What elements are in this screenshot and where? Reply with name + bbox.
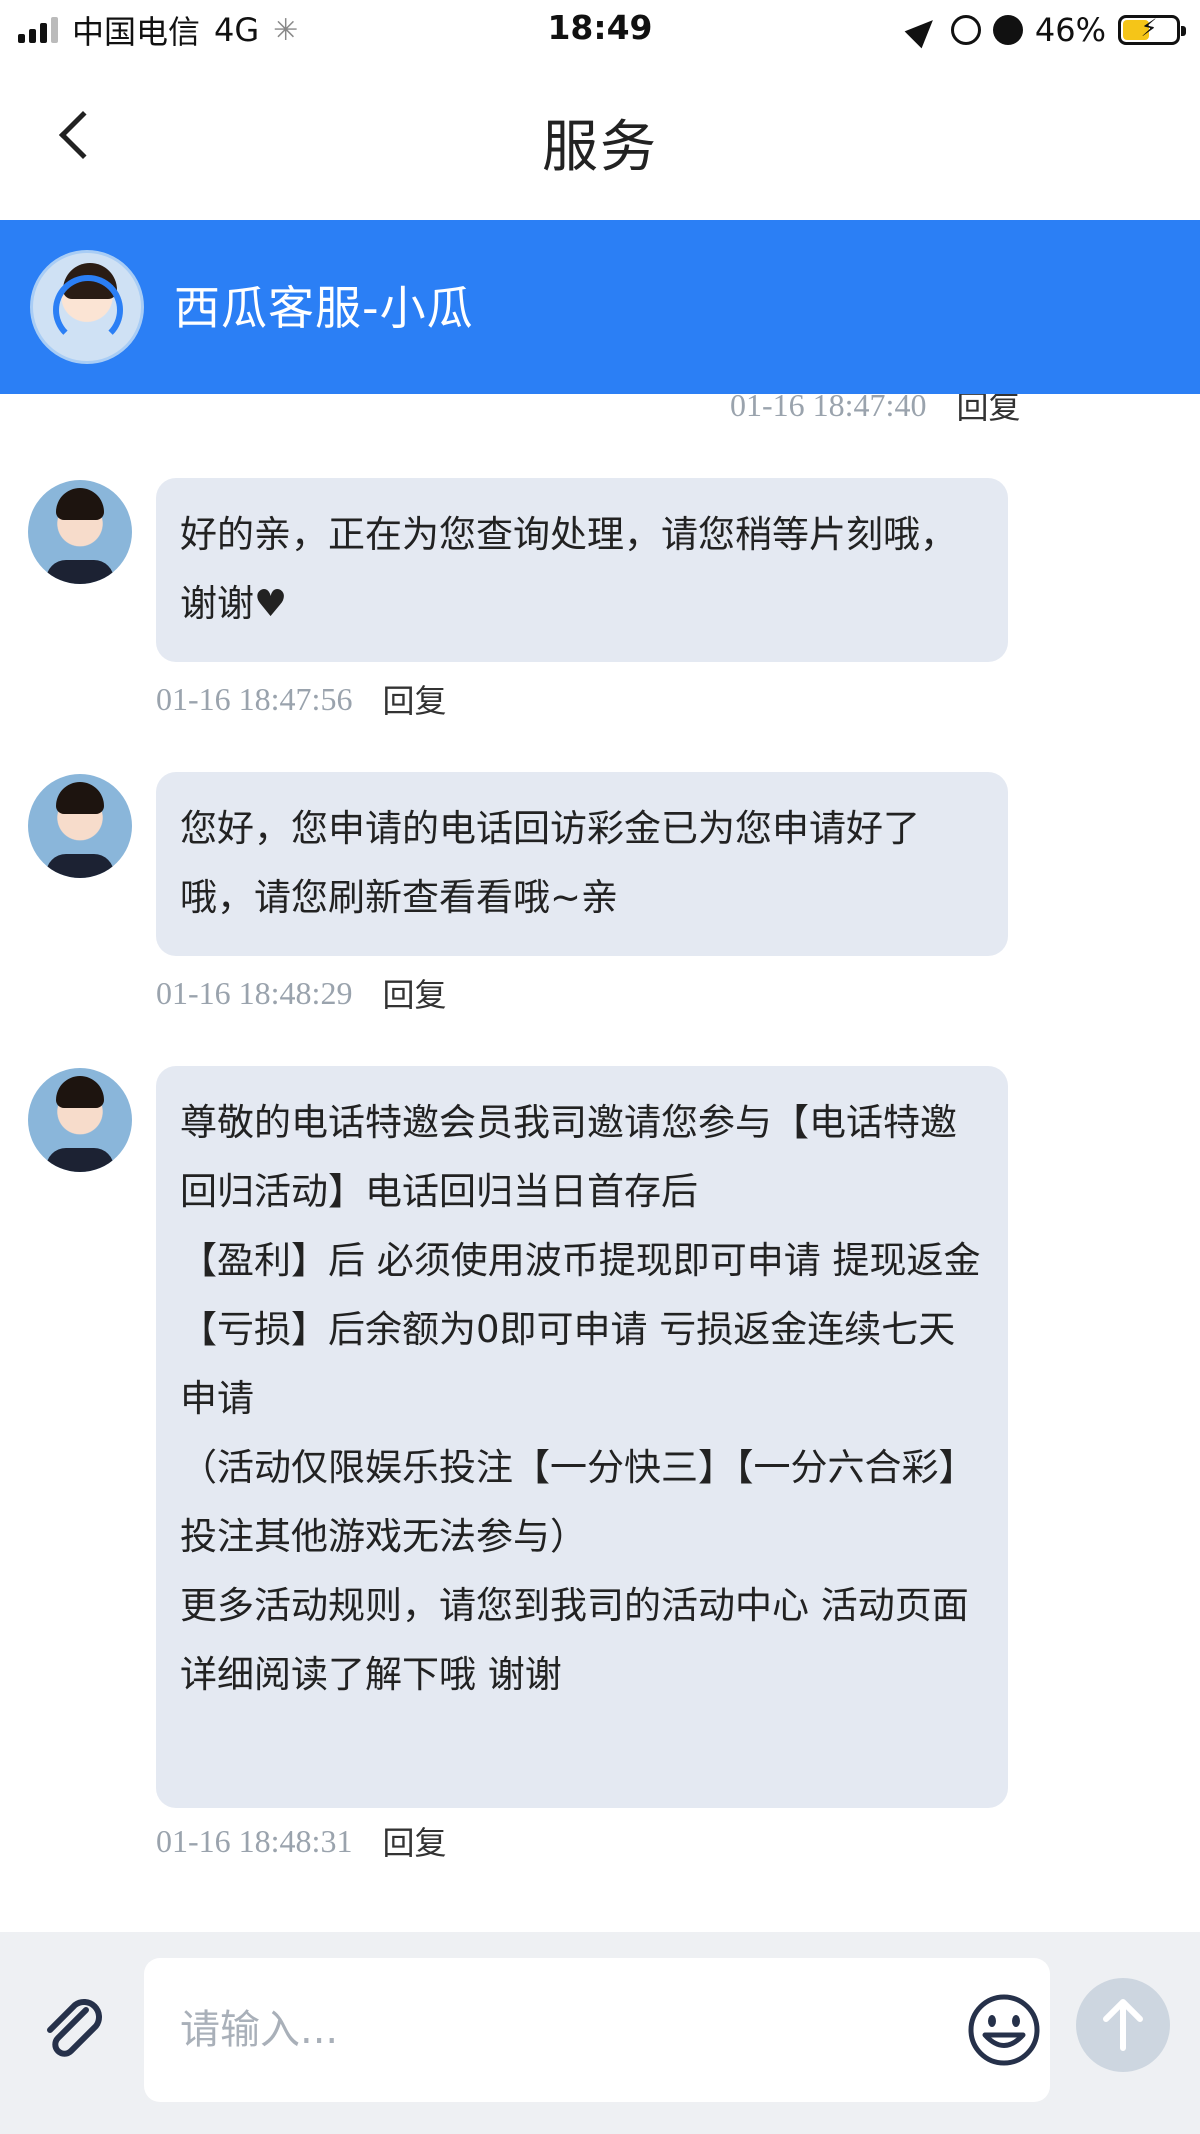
page-title: 服务: [542, 115, 658, 180]
arrow-up-icon: [1103, 1999, 1143, 2051]
message-avatar: [28, 1068, 132, 1172]
agent-banner: 西瓜客服-小瓜: [0, 220, 1200, 394]
alarm-icon: [992, 15, 1023, 45]
message-bubble: 尊敬的电话特邀会员我司邀请您参与【电话特邀回归活动】电话回归当日首存后 【盈利】…: [156, 1066, 1008, 1808]
nav-bar: 服务: [0, 62, 1200, 220]
message-timestamp: 01-16 18:47:40: [730, 394, 927, 423]
input-bar: [0, 1932, 1200, 2134]
charging-bolt-icon: ⚡: [1140, 14, 1158, 42]
message-meta: 01-16 18:47:40 回复: [730, 394, 1020, 428]
agent-avatar: [30, 250, 144, 364]
message-meta: 01-16 18:47:56 回复: [156, 676, 446, 722]
message-meta: 01-16 18:48:31 回复: [156, 1818, 446, 1864]
paperclip-icon[interactable]: [36, 1992, 108, 2064]
agent-name: 西瓜客服-小瓜: [174, 281, 474, 335]
battery-charging-icon: ⚡: [1118, 14, 1186, 45]
message-timestamp: 01-16 18:47:56: [156, 680, 353, 717]
location-arrow-icon: [904, 11, 942, 49]
message-avatar: [28, 480, 132, 584]
reply-button[interactable]: 回复: [382, 1818, 446, 1864]
smiley-icon[interactable]: [964, 1990, 1044, 2070]
message-bubble: 好的亲，正在为您查询处理，请您稍等片刻哦，谢谢♥: [156, 478, 1008, 662]
headset-icon: [53, 275, 123, 345]
status-bar: 中国电信 4G ✳ 18:49 46% ⚡: [0, 0, 1200, 62]
battery-percent: 46%: [1034, 11, 1106, 49]
message-avatar: [28, 774, 132, 878]
message-timestamp: 01-16 18:48:31: [156, 1822, 353, 1859]
reply-button[interactable]: 回复: [382, 676, 446, 722]
message-input-container: [144, 1958, 1050, 2102]
message-meta: 01-16 18:48:29 回复: [156, 970, 446, 1016]
orientation-lock-icon: [950, 15, 981, 45]
send-button[interactable]: [1076, 1978, 1170, 2072]
message-timestamp: 01-16 18:48:29: [156, 974, 353, 1011]
reply-button[interactable]: 回复: [382, 970, 446, 1016]
message-bubble: 您好，您申请的电话回访彩金已为您申请好了哦，请您刷新查看看哦~亲: [156, 772, 1008, 956]
status-bar-right: 46% ⚡: [904, 8, 1186, 52]
reply-button[interactable]: 回复: [956, 394, 1020, 428]
message-list[interactable]: 01-16 18:47:40 回复 好的亲，正在为您查询处理，请您稍等片刻哦，谢…: [0, 394, 1200, 1932]
message-input[interactable]: [180, 1958, 960, 2102]
